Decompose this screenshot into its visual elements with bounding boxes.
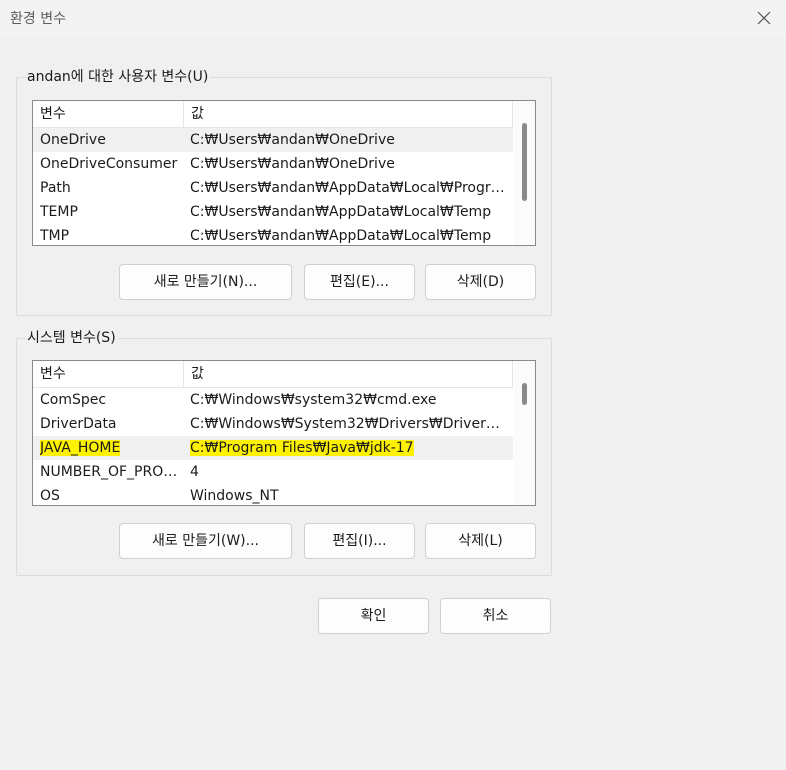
variable-value: C:₩Users₩andan₩AppData₩Local₩Temp: [190, 204, 492, 220]
variable-value: C:₩Users₩andan₩AppData₩Local₩Programs...: [190, 180, 507, 196]
column-header-value[interactable]: 값: [184, 101, 513, 127]
table-row[interactable]: ComSpec C:₩Windows₩system32₩cmd.exe: [33, 388, 513, 412]
scrollbar-thumb[interactable]: [522, 383, 527, 405]
vertical-scrollbar[interactable]: [514, 361, 535, 505]
user-variables-list[interactable]: 변수 값 OneDrive C:₩Users₩andan₩OneDrive On…: [32, 100, 536, 246]
user-delete-button[interactable]: 삭제(D): [425, 264, 536, 300]
ok-button[interactable]: 확인: [318, 598, 429, 634]
table-row[interactable]: TEMP C:₩Users₩andan₩AppData₩Local₩Temp: [33, 200, 513, 224]
window-title: 환경 변수: [10, 11, 66, 27]
system-edit-button[interactable]: 편집(I)...: [304, 523, 415, 559]
variable-value: C:₩Users₩andan₩AppData₩Local₩Temp: [190, 228, 492, 244]
user-edit-button[interactable]: 편집(E)...: [304, 264, 415, 300]
variable-name: JAVA_HOME: [40, 436, 184, 460]
system-delete-button[interactable]: 삭제(L): [425, 523, 536, 559]
highlighted-variable-value: C:₩Program Files₩Java₩jdk-17: [190, 440, 414, 456]
table-row[interactable]: Path C:₩Users₩andan₩AppData₩Local₩Progra…: [33, 176, 513, 200]
table-row[interactable]: OS Windows_NT: [33, 484, 513, 505]
list-header: 변수 값: [33, 101, 513, 128]
variable-name: OneDrive: [40, 132, 106, 148]
close-button[interactable]: [742, 0, 786, 36]
table-row[interactable]: OneDriveConsumer C:₩Users₩andan₩OneDrive: [33, 152, 513, 176]
variable-value: 4: [190, 464, 199, 480]
variable-name: DriverData: [40, 416, 117, 432]
variable-value: C:₩Windows₩system32₩cmd.exe: [190, 392, 437, 408]
user-variables-label: andan에 대한 사용자 변수(U): [25, 68, 211, 86]
variable-name: TEMP: [40, 204, 78, 220]
highlighted-variable-name: JAVA_HOME: [40, 440, 121, 456]
variable-value: C:₩Users₩andan₩OneDrive: [190, 156, 395, 172]
table-row[interactable]: OneDrive C:₩Users₩andan₩OneDrive: [33, 128, 513, 152]
table-row-selected[interactable]: JAVA_HOME C:₩Program Files₩Java₩jdk-17: [33, 436, 513, 460]
variable-name: ComSpec: [40, 392, 107, 408]
variable-name: OneDriveConsumer: [40, 156, 178, 172]
system-variables-label: 시스템 변수(S): [25, 329, 118, 347]
column-header-variable[interactable]: 변수: [33, 101, 184, 127]
dialog-content: andan에 대한 사용자 변수(U) 변수 값 OneDrive C:₩Use…: [0, 36, 786, 770]
column-header-value[interactable]: 값: [184, 361, 513, 387]
variable-name: Path: [40, 180, 71, 196]
user-variables-group: andan에 대한 사용자 변수(U) 변수 값 OneDrive C:₩Use…: [16, 68, 552, 316]
variable-value: C:₩Windows₩System32₩Drivers₩DriverData: [190, 416, 507, 432]
table-row[interactable]: DriverData C:₩Windows₩System32₩Drivers₩D…: [33, 412, 513, 436]
variable-value: Windows_NT: [190, 488, 279, 504]
table-row[interactable]: NUMBER_OF_PROC... 4: [33, 460, 513, 484]
system-variables-group: 시스템 변수(S) 변수 값 ComSpec C:₩Windows₩system…: [16, 329, 552, 576]
cancel-button[interactable]: 취소: [440, 598, 551, 634]
column-header-variable[interactable]: 변수: [33, 361, 184, 387]
variable-name: TMP: [40, 228, 70, 244]
table-row[interactable]: TMP C:₩Users₩andan₩AppData₩Local₩Temp: [33, 224, 513, 245]
list-header: 변수 값: [33, 361, 513, 388]
title-bar: 환경 변수: [0, 0, 786, 36]
scrollbar-thumb[interactable]: [522, 123, 527, 201]
user-new-button[interactable]: 새로 만들기(N)...: [119, 264, 292, 300]
vertical-scrollbar[interactable]: [514, 101, 535, 245]
system-new-button[interactable]: 새로 만들기(W)...: [119, 523, 292, 559]
variable-value: C:₩Users₩andan₩OneDrive: [190, 132, 395, 148]
variable-value: C:₩Program Files₩Java₩jdk-17: [190, 436, 507, 460]
variable-name: OS: [40, 488, 60, 504]
close-icon: [757, 11, 771, 25]
variable-name: NUMBER_OF_PROC...: [40, 464, 184, 480]
system-variables-list[interactable]: 변수 값 ComSpec C:₩Windows₩system32₩cmd.exe…: [32, 360, 536, 506]
